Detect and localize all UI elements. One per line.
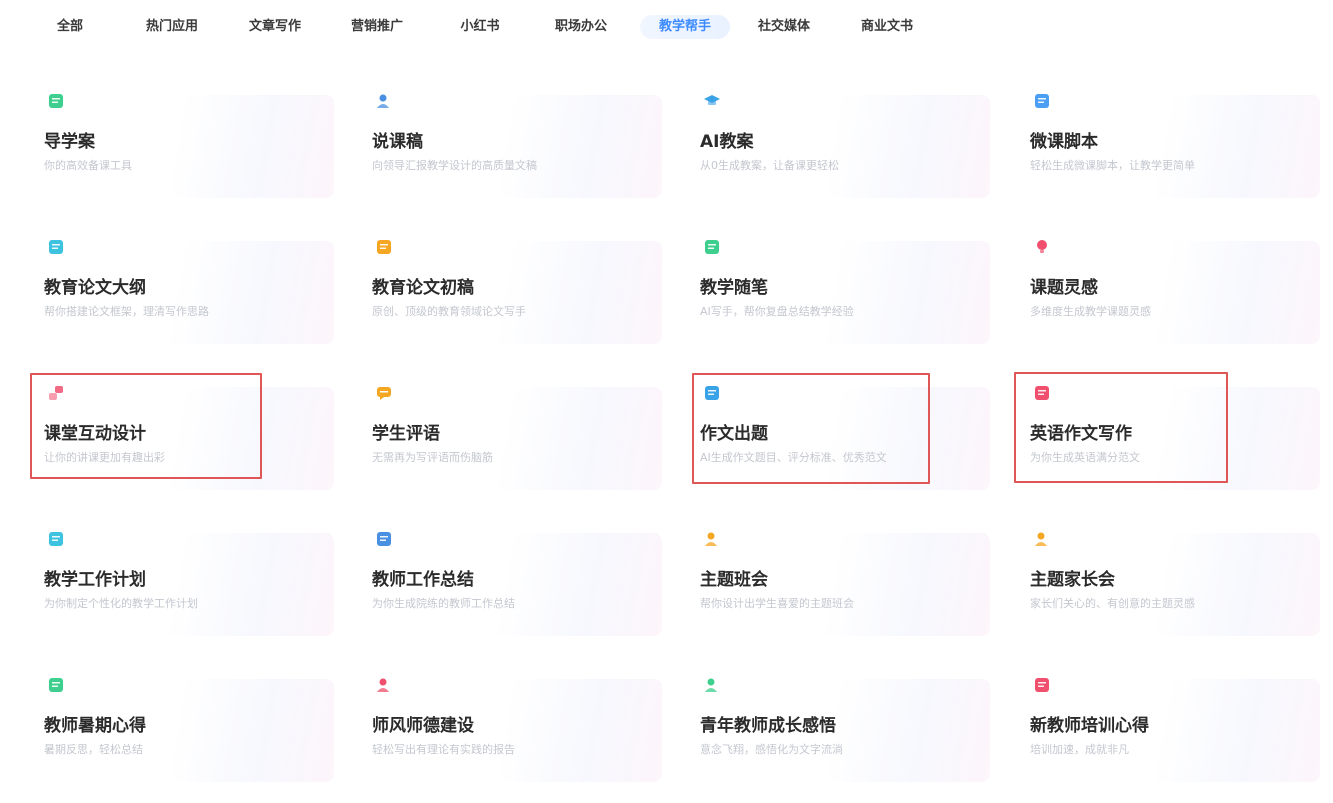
checklist-icon [47,530,65,548]
tool-card[interactable]: 主题班会帮你设计出学生喜爱的主题班会 [700,530,990,636]
tool-card[interactable]: 导学案你的高效备课工具 [44,92,334,198]
card-title: 教师暑期心得 [44,716,146,736]
presentation-board-icon [47,92,65,110]
tool-card[interactable]: 学生评语无需再为写评语而伤脑筋 [372,387,662,490]
tool-card[interactable]: 青年教师成长感悟意念飞翔，感悟化为文字流淌 [700,676,990,782]
teacher-icon [375,92,393,110]
tool-card[interactable]: 师风师德建设轻松写出有理论有实践的报告 [372,676,662,782]
tool-card[interactable]: 课题灵感多维度生成教学课题灵感 [1030,238,1320,344]
card-title: 教育论文大纲 [44,278,146,298]
card-title: 导学案 [44,132,95,152]
tool-card[interactable]: 课堂互动设计让你的讲课更加有趣出彩 [44,384,334,490]
essay-document-icon [703,384,721,402]
card-title: 主题家长会 [1030,570,1115,590]
card-title: 教育论文初稿 [372,278,474,298]
card-title: 微课脚本 [1030,132,1098,152]
card-title: 作文出题 [700,424,768,444]
card-description: 帮你设计出学生喜爱的主题班会 [700,597,854,610]
card-description: 轻松生成微课脚本，让教学更简单 [1030,159,1195,172]
tool-card[interactable]: 教育论文大纲帮你搭建论文框架，理清写作思路 [44,238,334,344]
card-title: 教师工作总结 [372,570,474,590]
card-description: AI生成作文题目、评分标准、优秀范文 [700,451,887,464]
card-title: 师风师德建设 [372,716,474,736]
card-description: 培训加速，成就非凡 [1030,743,1129,756]
parent-icon [1033,530,1051,548]
card-description: 多维度生成教学课题灵感 [1030,305,1151,318]
person-icon [703,530,721,548]
card-title: AI教案 [700,132,754,152]
tool-card[interactable]: 微课脚本轻松生成微课脚本，让教学更简单 [1030,92,1320,198]
card-description: 为你生成院练的教师工作总结 [372,597,515,610]
document-outline-icon [47,238,65,256]
tool-card[interactable]: 说课稿向领导汇报教学设计的高质量文稿 [372,92,662,198]
card-title: 青年教师成长感悟 [700,716,836,736]
heart-note-icon [47,676,65,694]
card-description: 帮你搭建论文框架，理清写作思路 [44,305,209,318]
tool-card[interactable]: 英语作文写作为你生成英语满分范文 [1030,384,1320,490]
card-description: 从0生成教案，让备课更轻松 [700,159,839,172]
teacher-icon [703,676,721,694]
card-description: AI写手，帮你复盘总结教学经验 [700,305,854,318]
card-title: 学生评语 [372,424,440,444]
card-description: 无需再为写评语而伤脑筋 [372,451,493,464]
graduation-cap-icon [703,92,721,110]
notebook-check-icon [703,238,721,256]
tool-card[interactable]: 教学随笔 AI写手，帮你复盘总结教学经验 [700,238,990,344]
card-title: 新教师培训心得 [1030,716,1149,736]
tool-grid: 导学案 你的高效备课工具 说课稿 向领导汇报教学设计的高质量文稿 AI教案 从0生成教案，… [0,0,1333,803]
lightbulb-icon [1033,238,1051,256]
card-description: 家长们关心的、有创意的主题灵感 [1030,597,1195,610]
card-description: 暑期反思，轻松总结 [44,743,143,756]
card-title: 课题灵感 [1030,278,1098,298]
comment-bubble-icon [375,384,393,402]
card-title: 说课稿 [372,132,423,152]
card-description: 向领导汇报教学设计的高质量文稿 [372,159,537,172]
tool-card[interactable]: 教师工作总结为你生成院练的教师工作总结 [372,530,662,636]
score-100-icon [1033,384,1051,402]
calendar-check-icon [375,530,393,548]
tool-card[interactable]: 新教师培训心得培训加速，成就非凡 [1030,676,1320,782]
teacher-icon [375,676,393,694]
card-title: 课堂互动设计 [44,424,146,444]
tool-card[interactable]: AI教案从0生成教案，让备课更轻松 [700,95,990,198]
card-description: 你的高效备课工具 [44,159,132,172]
card-description: 原创、顶级的教育领域论文写手 [372,305,526,318]
heart-note-icon [1033,676,1051,694]
tool-card[interactable]: 作文出题 AI生成作文题目、评分标准、优秀范文 [700,384,990,490]
card-description: 为你制定个性化的教学工作计划 [44,597,198,610]
card-title: 教学工作计划 [44,570,146,590]
card-title: 主题班会 [700,570,768,590]
tool-card[interactable]: 教师暑期心得暑期反思，轻松总结 [44,676,334,782]
tool-card[interactable]: 主题家长会家长们关心的、有创意的主题灵感 [1030,530,1320,636]
video-play-icon [1033,92,1051,110]
card-description: 轻松写出有理论有实践的报告 [372,743,515,756]
pencil-note-icon [375,238,393,256]
tool-card[interactable]: 教育论文初稿原创、顶级的教育领域论文写手 [372,238,662,344]
card-title: 教学随笔 [700,278,768,298]
card-title: 英语作文写作 [1030,424,1132,444]
interaction-blocks-icon [47,384,65,402]
tool-card[interactable]: 教学工作计划为你制定个性化的教学工作计划 [44,530,334,636]
card-description: 意念飞翔，感悟化为文字流淌 [700,743,843,756]
card-description: 为你生成英语满分范文 [1030,451,1140,464]
card-description: 让你的讲课更加有趣出彩 [44,451,165,464]
